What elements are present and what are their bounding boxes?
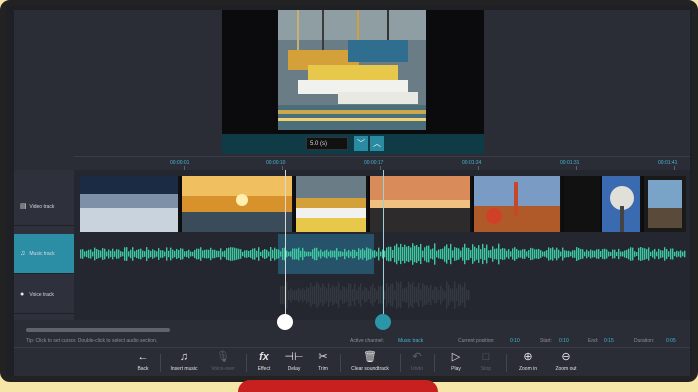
toolbar-divider — [160, 354, 161, 372]
clear-soundtrack-label: Clear soundtrack — [351, 366, 389, 372]
fx-icon: fx — [259, 351, 269, 363]
track-label-text: Music track — [29, 251, 55, 257]
track-labels-column: ▤ Video track ♫ Music track ● Voice trac… — [14, 170, 74, 320]
status-bar: Tip: Click to set cursor. Double-click t… — [14, 335, 690, 347]
insert-music-label: Insert music — [170, 366, 198, 372]
video-clip[interactable] — [644, 176, 686, 232]
start-label: Start: — [540, 338, 552, 344]
zoom-out-label: Zoom out — [555, 366, 577, 372]
delay-button[interactable]: ⊣⊢ Delay — [282, 350, 306, 376]
duration-input[interactable]: 5.0 (s) — [306, 137, 348, 150]
undo-label: Undo — [411, 366, 423, 372]
zoom-in-icon: ⊕ — [523, 351, 533, 363]
film-icon: ▤ — [20, 203, 27, 210]
current-position-label: Current position: — [458, 338, 495, 344]
trim-label: Trim — [318, 366, 328, 372]
active-channel-value: Music track — [398, 338, 424, 344]
scissors-icon: ✂ — [318, 351, 328, 363]
timeline-scrollbar[interactable] — [26, 328, 170, 332]
current-position-value: 0:10 — [510, 338, 520, 344]
zoom-out-icon: ⊖ — [561, 351, 571, 363]
stop-icon: □ — [482, 351, 490, 363]
voice-over-label: Voice-over — [211, 366, 235, 372]
play-label: Play — [451, 366, 461, 372]
video-clip[interactable] — [602, 176, 642, 232]
end-value: 0:15 — [604, 338, 614, 344]
delay-icon: ⊣⊢ — [284, 351, 304, 363]
preview-image — [278, 10, 426, 130]
arrow-left-icon: ← — [137, 351, 149, 363]
playhead-marker — [383, 170, 384, 322]
app-screen: 5.0 (s) ﹀ ︿ 00:00:01 00:00:10 00:00:17 0… — [14, 10, 690, 376]
monitor-stand — [238, 380, 438, 392]
voice-over-button[interactable]: 🎙 Voice-over — [206, 350, 240, 376]
selection-start-handle[interactable] — [277, 314, 293, 330]
undo-icon: ↶ — [412, 351, 422, 363]
video-clip[interactable] — [80, 176, 180, 232]
music-add-icon: ♫ — [179, 351, 189, 363]
play-icon: ▷ — [451, 351, 461, 363]
video-clip[interactable] — [564, 176, 600, 232]
timeline-ruler[interactable]: 00:00:01 00:00:10 00:00:17 00:01:24 00:0… — [74, 156, 690, 170]
zoom-in-button[interactable]: ⊕ Zoom in — [514, 350, 542, 376]
video-clip[interactable] — [182, 176, 294, 232]
undo-button[interactable]: ↶ Undo — [406, 350, 428, 376]
duration-down-button[interactable]: ﹀ — [354, 136, 368, 151]
microphone-icon: 🎙 — [216, 351, 230, 363]
video-clip[interactable] — [296, 176, 368, 232]
track-label-music[interactable]: ♫ Music track — [14, 234, 74, 274]
active-channel-label: Active channel: — [350, 338, 384, 344]
toolbar-divider — [246, 354, 247, 372]
effect-button[interactable]: fx Effect — [252, 350, 276, 376]
video-clip[interactable] — [474, 176, 562, 232]
toolbar-divider — [400, 354, 401, 372]
trim-button[interactable]: ✂ Trim — [312, 350, 334, 376]
music-track[interactable] — [74, 234, 690, 274]
music-note-icon: ♫ — [20, 250, 26, 257]
zoom-out-button[interactable]: ⊖ Zoom out — [550, 350, 582, 376]
preview-controls-bar: 5.0 (s) ﹀ ︿ — [222, 134, 484, 154]
track-label-text: Video track — [29, 204, 55, 210]
bottom-toolbar: ← Back ♫ Insert music 🎙 Voice-over fx Ef… — [14, 347, 690, 376]
toolbar-divider — [434, 354, 435, 372]
track-label-text: Voice track — [29, 292, 54, 298]
clear-soundtrack-button[interactable]: 🗑 Clear soundtrack — [346, 350, 394, 376]
ruler-tick-label: 00:00:01 — [170, 160, 190, 166]
playhead-handle[interactable] — [375, 314, 391, 330]
toolbar-divider — [340, 354, 341, 372]
zoom-in-label: Zoom in — [518, 366, 538, 372]
stop-label: Stop — [480, 366, 492, 372]
microphone-icon: ● — [20, 291, 25, 298]
toolbar-divider — [506, 354, 507, 372]
delay-label: Delay — [287, 366, 301, 372]
duration-label: Duration: — [634, 338, 655, 344]
back-label: Back — [137, 366, 149, 372]
end-label: End: — [588, 338, 599, 344]
track-label-voice[interactable]: ● Voice track — [14, 276, 74, 314]
trash-icon: 🗑 — [363, 351, 377, 363]
start-value: 0:10 — [559, 338, 569, 344]
monitor-frame: 5.0 (s) ﹀ ︿ 00:00:01 00:00:10 00:00:17 0… — [0, 0, 698, 382]
track-label-video[interactable]: ▤ Video track — [14, 188, 74, 226]
effect-label: Effect — [257, 366, 271, 372]
duration-value: 0:05 — [666, 338, 676, 344]
play-button[interactable]: ▷ Play — [446, 350, 466, 376]
duration-up-button[interactable]: ︿ — [370, 136, 384, 151]
tip-text: Tip: Click to set cursor. Double-click t… — [26, 338, 158, 344]
tracks-area[interactable] — [74, 170, 690, 320]
video-clip[interactable] — [370, 176, 472, 232]
stop-button[interactable]: □ Stop — [476, 350, 496, 376]
back-button[interactable]: ← Back — [132, 350, 154, 376]
insert-music-button[interactable]: ♫ Insert music — [166, 350, 202, 376]
selection-start-marker — [285, 170, 286, 322]
preview-panel: 5.0 (s) ﹀ ︿ — [14, 10, 690, 154]
